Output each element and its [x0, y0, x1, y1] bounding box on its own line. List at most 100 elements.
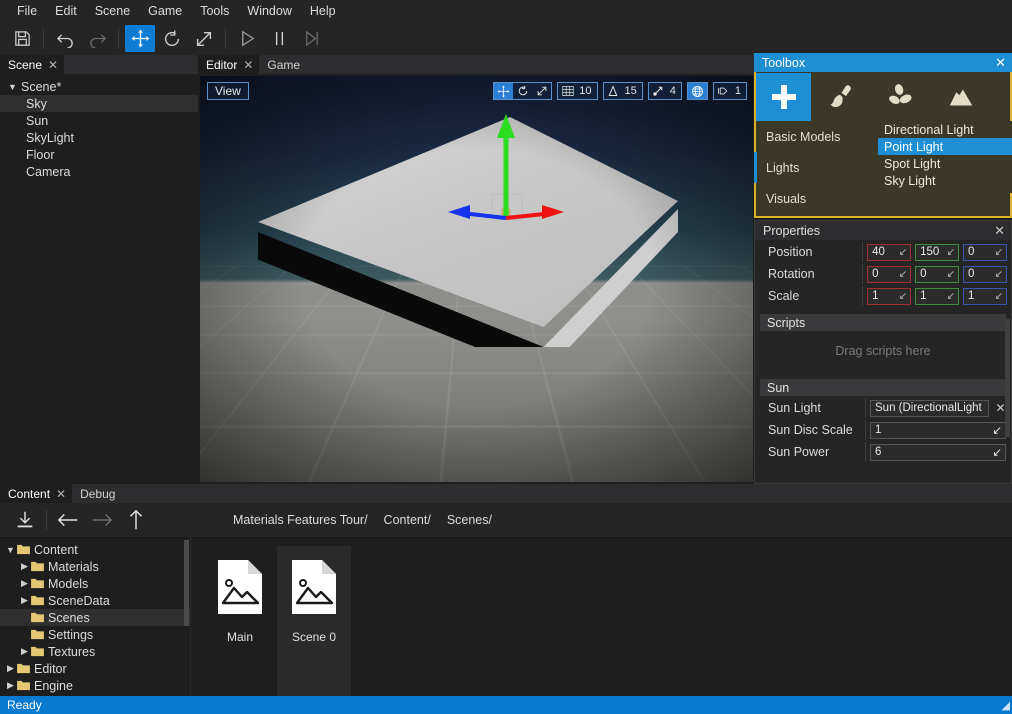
folder-item-materials[interactable]: ▶ Materials: [0, 558, 190, 575]
menu-item-help[interactable]: Help: [301, 1, 345, 21]
chevron-right-icon[interactable]: ▶: [18, 561, 31, 572]
folder-item-content[interactable]: ▼ Content: [0, 541, 190, 558]
scale-mode-icon[interactable]: [532, 83, 551, 99]
drag-handle-icon[interactable]: ↙: [947, 291, 955, 302]
back-arrow-icon[interactable]: [51, 505, 85, 535]
sun-section-header[interactable]: Sun: [760, 379, 1006, 396]
tree-item-floor[interactable]: Floor: [0, 146, 198, 163]
tab-editor[interactable]: Editor ✕: [198, 55, 260, 74]
globe-icon[interactable]: [687, 83, 707, 99]
transform-space-group[interactable]: [686, 82, 708, 100]
menu-item-tools[interactable]: Tools: [191, 1, 238, 21]
scripts-drop-area[interactable]: Drag scripts here: [755, 331, 1011, 371]
folder-item-textures[interactable]: ▶ Textures: [0, 643, 190, 660]
camera-speed-value[interactable]: 1: [733, 83, 746, 99]
viewport-3d[interactable]: View 10 15 4 1: [200, 76, 753, 482]
chevron-right-icon[interactable]: ▶: [4, 680, 17, 691]
translate-gizmo[interactable]: [440, 106, 570, 251]
toolbox-item-point-light[interactable]: Point Light: [878, 138, 1012, 155]
sun-power-input[interactable]: 6 ↙: [870, 443, 1006, 461]
drag-handle-icon[interactable]: ↙: [992, 445, 1002, 459]
scale-z-input[interactable]: 1 ↙: [963, 287, 1007, 305]
position-z-input[interactable]: 0 ↙: [963, 243, 1007, 261]
asset-item-main[interactable]: Main: [203, 546, 277, 696]
step-icon[interactable]: [296, 25, 326, 52]
scale-y-input[interactable]: 1 ↙: [915, 287, 960, 305]
chevron-down-icon[interactable]: ▼: [6, 82, 19, 92]
toolbox-item-spot-light[interactable]: Spot Light: [878, 155, 1012, 172]
tree-item-sky[interactable]: Sky: [0, 95, 198, 112]
breadcrumb-item-1[interactable]: Content/: [384, 513, 431, 527]
tree-item-sun[interactable]: Sun: [0, 112, 198, 129]
camera-speed-group[interactable]: 1: [712, 82, 747, 100]
toolbox-category-lights[interactable]: Lights: [754, 152, 878, 183]
chevron-right-icon[interactable]: ▶: [18, 646, 31, 657]
breadcrumb-item-2[interactable]: Scenes/: [447, 513, 492, 527]
folder-item-scenes[interactable]: Scenes: [0, 609, 190, 626]
drag-handle-icon[interactable]: ↙: [995, 247, 1003, 258]
pause-icon[interactable]: [264, 25, 294, 52]
drag-handle-icon[interactable]: ↙: [899, 247, 907, 258]
tree-item-skylight[interactable]: SkyLight: [0, 129, 198, 146]
close-icon[interactable]: ✕: [995, 55, 1006, 71]
chevron-right-icon[interactable]: ▶: [18, 595, 31, 606]
asset-item-scene-0[interactable]: Scene 0: [277, 546, 351, 696]
sun-disc-scale-input[interactable]: 1 ↙: [870, 421, 1006, 439]
rotate-mode-icon[interactable]: [513, 83, 532, 99]
position-x-input[interactable]: 40 ↙: [867, 243, 912, 261]
rotate-gizmo-icon[interactable]: [157, 25, 187, 52]
rotation-y-input[interactable]: 0 ↙: [915, 265, 960, 283]
drag-handle-icon[interactable]: ↙: [992, 423, 1002, 437]
rotation-x-input[interactable]: 0 ↙: [867, 265, 912, 283]
scale-snap-value[interactable]: 4: [668, 83, 681, 99]
redo-icon[interactable]: [82, 25, 112, 52]
forward-arrow-icon[interactable]: [85, 505, 119, 535]
angle-icon[interactable]: [604, 83, 623, 99]
menu-item-edit[interactable]: Edit: [46, 1, 86, 21]
tab-debug[interactable]: Debug: [72, 484, 121, 503]
folder-item-engine[interactable]: ▶ Engine: [0, 677, 190, 694]
folder-item-settings[interactable]: Settings: [0, 626, 190, 643]
chevron-right-icon[interactable]: ▶: [18, 578, 31, 589]
add-icon[interactable]: [756, 73, 811, 121]
close-icon[interactable]: ✕: [48, 59, 58, 71]
undo-icon[interactable]: [50, 25, 80, 52]
scale-snap-group[interactable]: 4: [647, 82, 682, 100]
scale-gizmo-icon[interactable]: [189, 25, 219, 52]
tab-scene[interactable]: Scene ✕: [0, 55, 65, 74]
drag-handle-icon[interactable]: ↙: [995, 291, 1003, 302]
close-icon[interactable]: ✕: [56, 488, 66, 500]
speed-icon[interactable]: [714, 83, 733, 99]
tab-game[interactable]: Game: [259, 55, 306, 74]
angle-snap-group[interactable]: 15: [602, 82, 643, 100]
menu-item-scene[interactable]: Scene: [86, 1, 139, 21]
folder-item-models[interactable]: ▶ Models: [0, 575, 190, 592]
up-arrow-icon[interactable]: [119, 505, 153, 535]
import-icon[interactable]: [8, 505, 42, 535]
tab-content[interactable]: Content ✕: [0, 484, 73, 503]
grid-icon[interactable]: [558, 83, 577, 99]
grid-snap-value[interactable]: 10: [577, 83, 596, 99]
position-y-input[interactable]: 150 ↙: [915, 243, 960, 261]
drag-handle-icon[interactable]: ↙: [899, 269, 907, 280]
drag-handle-icon[interactable]: ↙: [899, 291, 907, 302]
properties-scrollbar[interactable]: [1005, 319, 1010, 437]
drag-handle-icon[interactable]: ↙: [947, 269, 955, 280]
toolbox-category-visuals[interactable]: Visuals: [756, 183, 878, 214]
grid-snap-group[interactable]: 10: [557, 82, 598, 100]
translate-mode-icon[interactable]: [494, 83, 514, 99]
foliage-icon[interactable]: [871, 73, 931, 121]
tree-item-scene-root[interactable]: ▼ Scene*: [0, 78, 198, 95]
menu-item-window[interactable]: Window: [238, 1, 300, 21]
menu-item-game[interactable]: Game: [139, 1, 191, 21]
view-button[interactable]: View: [207, 82, 249, 100]
scale-x-input[interactable]: 1 ↙: [867, 287, 912, 305]
scripts-section-header[interactable]: Scripts: [760, 314, 1006, 331]
close-icon[interactable]: ✕: [994, 223, 1005, 239]
tree-item-camera[interactable]: Camera: [0, 163, 198, 180]
terrain-icon[interactable]: [931, 73, 991, 121]
tree-scrollbar[interactable]: [184, 540, 189, 626]
paint-brush-icon[interactable]: [811, 73, 871, 121]
translate-gizmo-icon[interactable]: [125, 25, 155, 52]
chevron-right-icon[interactable]: ▶: [4, 663, 17, 674]
